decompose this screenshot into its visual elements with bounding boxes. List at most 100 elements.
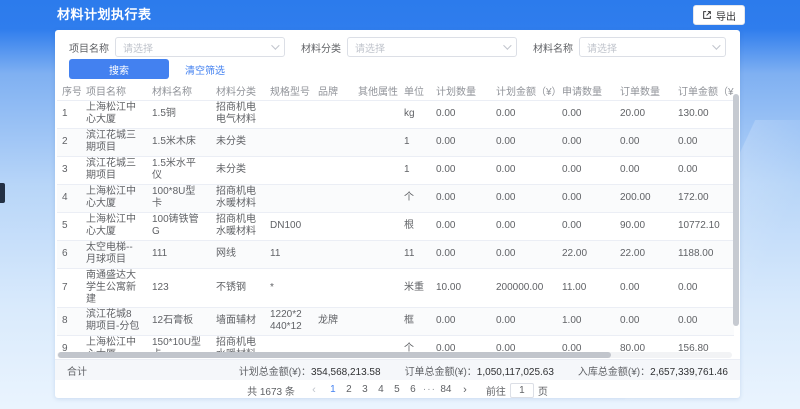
select-placeholder: 请选择 (587, 40, 617, 55)
table-cell: 滨江花城三期项目 (81, 128, 147, 156)
column-header: 计划数量 (431, 82, 491, 100)
table-cell: 不锈钢 (211, 268, 265, 307)
page-ellipsis: ··· (421, 382, 438, 398)
table-row: 5上海松江中心大厦100铸铁管G招商机电 水暖材料DN100根0.000.000… (57, 212, 734, 240)
table-cell: 0.00 (615, 307, 673, 335)
table-cell: 1.5米水平仪 (147, 156, 211, 184)
clear-filters-link[interactable]: 清空筛选 (185, 62, 225, 77)
table-cell: 网线 (211, 240, 265, 268)
table-cell: 11 (265, 240, 313, 268)
column-header: 单位 (399, 82, 431, 100)
column-header: 其他属性 (353, 82, 399, 100)
page-button[interactable]: 3 (357, 382, 373, 398)
column-header: 材料名称 (147, 82, 211, 100)
table-cell (313, 268, 353, 307)
pagination: 共 1673 条 ‹ 123456···84 › 前往 页 (55, 382, 740, 398)
table-body: 1上海松江中心大厦1.5铜招商机电 电气材料kg0.000.000.0020.0… (57, 100, 734, 363)
table-cell (313, 240, 353, 268)
table-cell (313, 156, 353, 184)
table-cell: 0.00 (491, 240, 557, 268)
column-header: 序号 (57, 82, 81, 100)
page-button[interactable]: 5 (389, 382, 405, 398)
summary-totals: 计划总金额(¥)：354,568,213.58 订单总金额(¥)：1,050,1… (239, 363, 728, 378)
table-cell (353, 307, 399, 335)
goto-page: 前往 页 (486, 383, 548, 398)
table-cell: 上海松江中心大厦 (81, 184, 147, 212)
table-cell: 8 (57, 307, 81, 335)
table-cell: 上海松江中心大厦 (81, 212, 147, 240)
material-name-select[interactable]: 请选择 (579, 37, 726, 57)
table-cell (313, 212, 353, 240)
search-button[interactable]: 搜索 (69, 59, 169, 79)
table-cell: 0.00 (557, 128, 615, 156)
table-cell: 0.00 (491, 100, 557, 128)
project-name-select[interactable]: 请选择 (115, 37, 285, 57)
table-cell: 90.00 (615, 212, 673, 240)
table-cell (265, 184, 313, 212)
column-header: 订单金额（¥） (673, 82, 734, 100)
page-button[interactable]: 2 (341, 382, 357, 398)
table-cell: 龙牌 (313, 307, 353, 335)
table-cell: 200.00 (615, 184, 673, 212)
table-cell: 12石膏板 (147, 307, 211, 335)
page-button[interactable]: 1 (325, 382, 341, 398)
export-label: 导出 (716, 8, 736, 23)
table-cell: DN100 (265, 212, 313, 240)
table-cell: 0.00 (557, 212, 615, 240)
left-edge-handle[interactable] (0, 183, 5, 203)
table-cell: 太空电梯--月球项目 (81, 240, 147, 268)
horizontal-scrollbar[interactable] (57, 352, 732, 358)
export-button[interactable]: 导出 (693, 5, 745, 25)
page-button[interactable]: 84 (438, 382, 454, 398)
table-cell: 3 (57, 156, 81, 184)
table-cell: 0.00 (557, 156, 615, 184)
table-cell: 130.00 (673, 100, 734, 128)
column-header: 材料分类 (211, 82, 265, 100)
table-cell: 200000.00 (491, 268, 557, 307)
table-cell: 0.00 (431, 156, 491, 184)
page-title: 材料计划执行表 (57, 0, 152, 30)
table-cell: 10772.10 (673, 212, 734, 240)
table-cell: 0.00 (673, 268, 734, 307)
table-cell: 20.00 (615, 100, 673, 128)
column-header: 项目名称 (81, 82, 147, 100)
content-panel: 项目名称 请选择 材料分类 请选择 材料名称 请选择 搜索 清空筛选 序号项目名… (55, 30, 740, 398)
table-cell: 11 (399, 240, 431, 268)
goto-page-input[interactable] (510, 383, 534, 398)
select-placeholder: 请选择 (123, 40, 153, 55)
vertical-scrollbar-thumb[interactable] (733, 94, 739, 326)
prev-page-button[interactable]: ‹ (307, 384, 321, 396)
table-cell: 0.00 (673, 307, 734, 335)
order-total: 订单总金额(¥)：1,050,117,025.63 (405, 363, 554, 378)
table-cell: 未分类 (211, 156, 265, 184)
chevron-down-icon (271, 41, 279, 49)
page-button[interactable]: 4 (373, 382, 389, 398)
table-cell (313, 128, 353, 156)
table-cell: 0.00 (491, 307, 557, 335)
table-cell: 1.5米木床 (147, 128, 211, 156)
table-cell: kg (399, 100, 431, 128)
next-page-button[interactable]: › (458, 384, 472, 396)
table-row: 8滨江花城8期项目-分包12石膏板墙面辅材1220*2440*12龙牌框0.00… (57, 307, 734, 335)
material-category-select[interactable]: 请选择 (347, 37, 517, 57)
table-cell: 1188.00 (673, 240, 734, 268)
column-header: 订单数量 (615, 82, 673, 100)
table-cell (313, 100, 353, 128)
horizontal-scrollbar-thumb[interactable] (58, 352, 611, 358)
table-cell: 个 (399, 184, 431, 212)
table-cell: 0.00 (431, 184, 491, 212)
project-name-label: 项目名称 (69, 40, 109, 55)
column-header: 品牌 (313, 82, 353, 100)
table-cell (265, 156, 313, 184)
table-cell (313, 184, 353, 212)
table-cell: 1 (399, 156, 431, 184)
table-row: 4上海松江中心大厦100*8U型卡招商机电 水暖材料个0.000.000.002… (57, 184, 734, 212)
page-button[interactable]: 6 (405, 382, 421, 398)
table-cell: 7 (57, 268, 81, 307)
table-cell: 0.00 (615, 128, 673, 156)
column-header: 计划金额（¥） (491, 82, 557, 100)
table-cell: 0.00 (557, 184, 615, 212)
vertical-scrollbar[interactable] (733, 82, 739, 352)
table-cell: 111 (147, 240, 211, 268)
table-cell: 2 (57, 128, 81, 156)
